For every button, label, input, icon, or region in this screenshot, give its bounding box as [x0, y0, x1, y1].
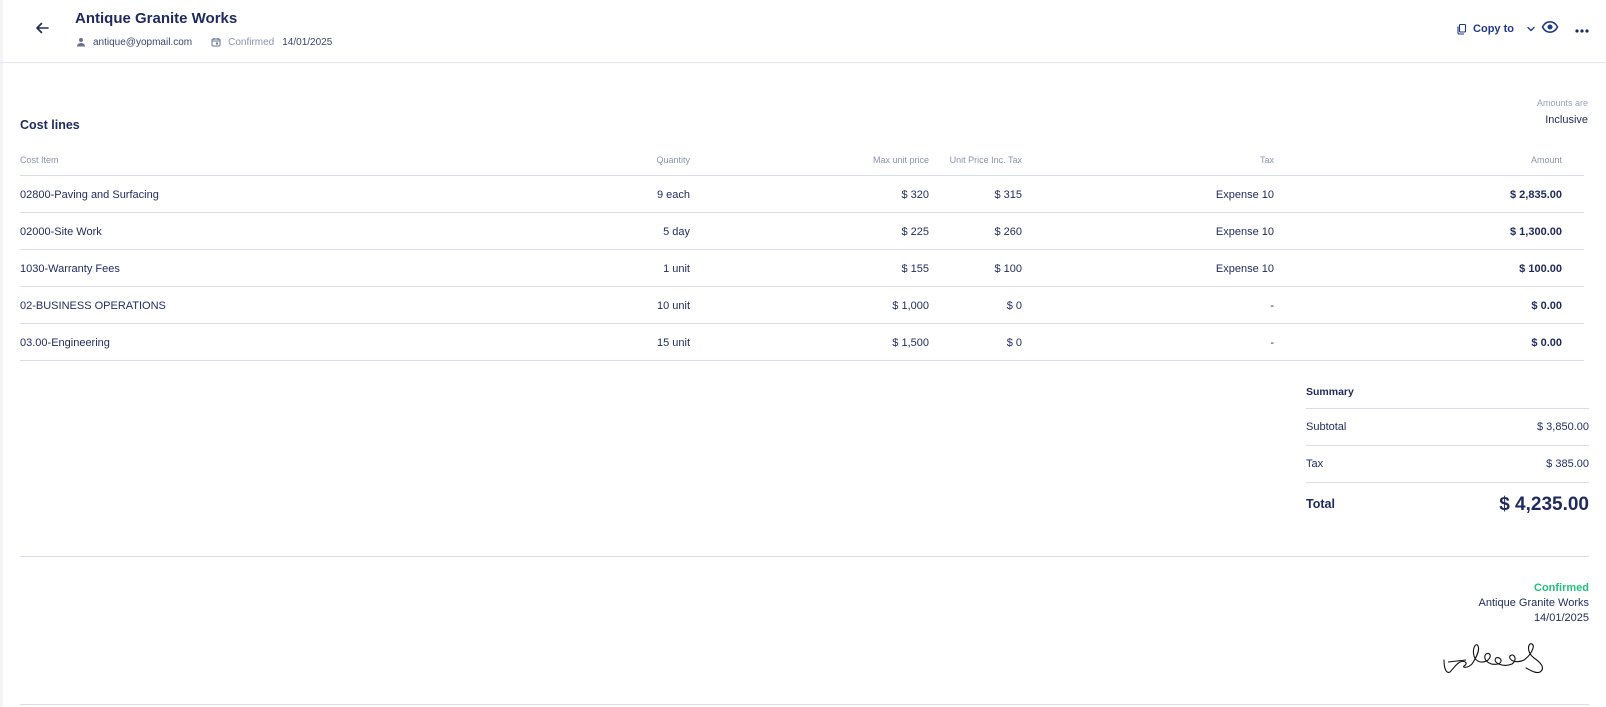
cell-cost-item: 1030-Warranty Fees: [20, 263, 120, 275]
summary-tax-row: Tax $ 385.00: [1306, 446, 1589, 483]
cell-unit-price: $ 0: [1006, 300, 1022, 312]
table-row[interactable]: 02-BUSINESS OPERATIONS 10 unit $ 1,000 $…: [20, 287, 1584, 324]
cell-cost-item: 03.00-Engineering: [20, 337, 110, 349]
cell-cost-item: 02000-Site Work: [20, 226, 102, 238]
cell-max-unit-price: $ 320: [901, 189, 929, 201]
confirmation-block: Confirmed Antique Granite Works 14/01/20…: [1479, 581, 1589, 626]
cell-quantity: 15 unit: [656, 337, 690, 349]
purchase-order-page: Antique Granite Works antique@yopmail.co…: [0, 0, 1606, 707]
column-header-unit-price: Unit Price Inc. Tax: [949, 155, 1022, 165]
cell-tax: -: [1270, 300, 1274, 312]
subtotal-label: Subtotal: [1306, 421, 1347, 433]
cell-unit-price: $ 260: [994, 226, 1022, 238]
cell-quantity: 10 unit: [656, 300, 690, 312]
cell-cost-item: 02-BUSINESS OPERATIONS: [20, 300, 166, 312]
left-edge: [0, 0, 3, 707]
cell-max-unit-price: $ 155: [901, 263, 929, 275]
page-header: Antique Granite Works antique@yopmail.co…: [0, 0, 1606, 63]
calendar-icon: [210, 36, 222, 48]
more-horizontal-icon: [1575, 20, 1589, 38]
cell-amount: $ 100.00: [1519, 263, 1562, 275]
cell-unit-price: $ 0: [1006, 337, 1022, 349]
cell-cost-item: 02800-Paving and Surfacing: [20, 189, 159, 201]
cell-amount: $ 0.00: [1531, 337, 1562, 349]
cell-max-unit-price: $ 225: [901, 226, 929, 238]
column-header-amount: Amount: [1530, 155, 1562, 165]
tax-label: Tax: [1306, 458, 1324, 470]
cell-amount: $ 0.00: [1531, 300, 1562, 312]
more-options-button[interactable]: [1572, 19, 1592, 39]
header-actions: Copy to: [1456, 19, 1592, 39]
confirmation-status: Confirmed: [1534, 582, 1589, 594]
cell-max-unit-price: $ 1,500: [892, 337, 929, 349]
cell-max-unit-price: $ 1,000: [892, 300, 929, 312]
copy-to-label: Copy to: [1473, 23, 1514, 35]
preview-button[interactable]: [1540, 19, 1560, 39]
table-header: Cost Item Quantity Max unit price Unit P…: [20, 145, 1584, 176]
confirmation-date: 14/01/2025: [1533, 612, 1589, 624]
cell-amount: $ 1,300.00: [1510, 226, 1562, 238]
column-header-max-unit-price: Max unit price: [872, 155, 929, 165]
page-title: Antique Granite Works: [75, 10, 238, 27]
summary-total-row: Total $ 4,235.00: [1306, 483, 1589, 523]
cell-tax: -: [1270, 337, 1274, 349]
copy-to-button[interactable]: Copy to: [1456, 23, 1536, 35]
total-label: Total: [1306, 497, 1335, 511]
status-label: Confirmed: [228, 36, 275, 48]
subtotal-value: $ 3,850.00: [1537, 421, 1589, 433]
back-button[interactable]: [28, 16, 56, 44]
header-meta: antique@yopmail.com Confirmed 14/01/2025: [75, 36, 332, 48]
column-header-tax: Tax: [1259, 155, 1274, 165]
cell-quantity: 1 unit: [663, 263, 690, 275]
cell-amount: $ 2,835.00: [1510, 189, 1562, 201]
cell-quantity: 5 day: [663, 226, 690, 238]
confirmation-company: Antique Granite Works: [1478, 597, 1589, 609]
tax-value: $ 385.00: [1546, 458, 1589, 470]
cell-quantity: 9 each: [656, 189, 690, 201]
table-row[interactable]: 1030-Warranty Fees 1 unit $ 155 $ 100 Ex…: [20, 250, 1584, 287]
amounts-are-value: Inclusive: [1545, 114, 1588, 126]
cell-tax: Expense 10: [1215, 189, 1274, 201]
supplier-email: antique@yopmail.com: [93, 36, 193, 48]
user-icon: [75, 36, 87, 48]
summary-title: Summary: [1306, 378, 1589, 409]
chevron-down-icon: [1526, 24, 1536, 34]
cell-unit-price: $ 100: [994, 263, 1022, 275]
cost-lines-title: Cost lines: [20, 118, 80, 132]
column-header-quantity: Quantity: [656, 155, 690, 165]
status-date: 14/01/2025: [282, 36, 333, 48]
column-header-cost-item: Cost Item: [20, 155, 59, 165]
table-row[interactable]: 02000-Site Work 5 day $ 225 $ 260 Expens…: [20, 213, 1584, 250]
table-row[interactable]: 03.00-Engineering 15 unit $ 1,500 $ 0 - …: [20, 324, 1584, 361]
eye-icon: [1541, 18, 1559, 41]
total-value: $ 4,235.00: [1499, 494, 1589, 515]
amounts-are-label: Amounts are: [1536, 98, 1588, 108]
cost-lines-table: Cost Item Quantity Max unit price Unit P…: [20, 145, 1584, 361]
summary-subtotal-row: Subtotal $ 3,850.00: [1306, 409, 1589, 446]
cell-unit-price: $ 315: [994, 189, 1022, 201]
copy-icon: [1456, 23, 1468, 35]
signature-image: [1442, 638, 1550, 680]
bottom-divider: [20, 704, 1589, 705]
arrow-left-icon: [34, 20, 50, 41]
cell-tax: Expense 10: [1215, 226, 1274, 238]
section-divider: [20, 556, 1589, 557]
cell-tax: Expense 10: [1215, 263, 1274, 275]
summary-panel: Summary Subtotal $ 3,850.00 Tax $ 385.00…: [1306, 378, 1589, 523]
table-row[interactable]: 02800-Paving and Surfacing 9 each $ 320 …: [20, 176, 1584, 213]
